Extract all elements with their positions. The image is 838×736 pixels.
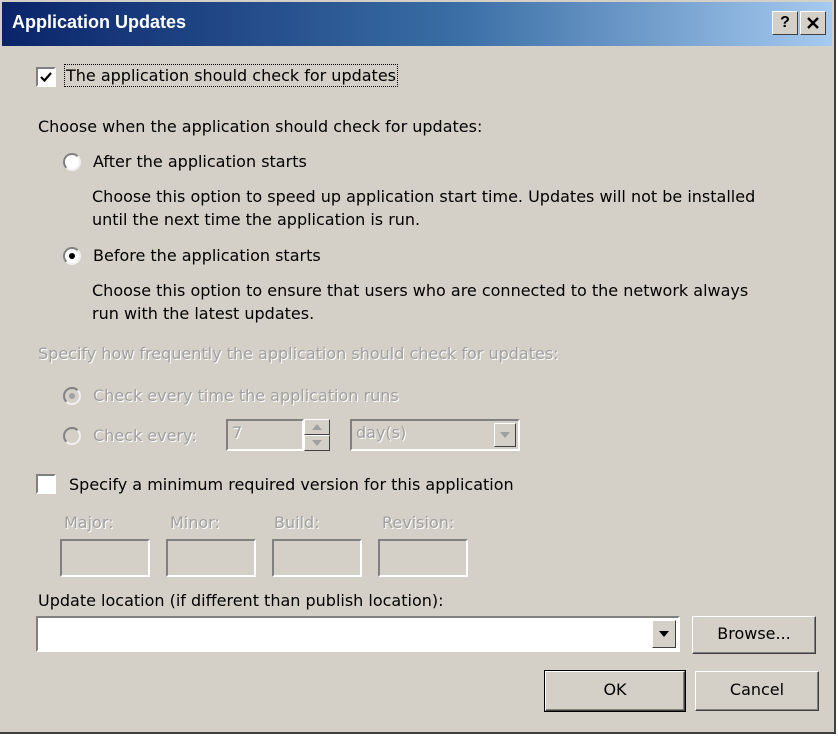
frequency-heading: Specify how frequently the application s… (38, 344, 559, 363)
update-location-combobox[interactable] (36, 616, 680, 652)
interval-unit-dropdown-button[interactable] (494, 423, 516, 447)
check-every-run-radio[interactable] (63, 387, 81, 405)
browse-button[interactable]: Browse... (692, 616, 816, 654)
after-start-radio[interactable] (63, 153, 81, 171)
update-location-dropdown-button[interactable] (652, 620, 676, 648)
when-heading: Choose when the application should check… (38, 117, 483, 136)
after-start-label[interactable]: After the application starts (93, 152, 307, 171)
application-updates-dialog: Application Updates ? The application sh… (0, 0, 836, 734)
close-button[interactable] (800, 11, 826, 35)
before-start-label[interactable]: Before the application starts (93, 246, 321, 265)
update-location-label: Update location (if different than publi… (38, 591, 444, 610)
min-version-checkbox[interactable] (36, 474, 56, 494)
revision-field[interactable] (378, 539, 468, 577)
checkmark-icon (40, 72, 52, 83)
interval-unit-select[interactable]: day(s) (350, 419, 520, 451)
spin-down-button[interactable] (304, 435, 330, 451)
check-updates-label[interactable]: The application should check for updates (63, 64, 399, 87)
arrow-down-icon (312, 440, 322, 446)
check-every-label[interactable]: Check every: (93, 426, 197, 445)
before-start-radio[interactable] (63, 247, 81, 265)
check-every-value-field[interactable]: 7 (226, 419, 304, 451)
chevron-down-icon (500, 432, 510, 438)
before-start-description-line1: Choose this option to ensure that users … (92, 281, 749, 300)
window-title: Application Updates (12, 12, 187, 32)
title-bar[interactable]: Application Updates ? (2, 2, 832, 46)
minor-label: Minor: (170, 513, 220, 532)
radio-selected-dot (69, 253, 75, 259)
after-start-description-line1: Choose this option to speed up applicati… (92, 187, 756, 206)
build-field[interactable] (272, 539, 362, 577)
ok-button[interactable]: OK (544, 670, 686, 712)
chevron-down-icon (659, 631, 669, 637)
build-label: Build: (274, 513, 320, 532)
close-icon (807, 17, 819, 29)
minor-field[interactable] (166, 539, 256, 577)
spin-up-button[interactable] (304, 419, 330, 435)
major-label: Major: (64, 513, 114, 532)
revision-label: Revision: (382, 513, 455, 532)
check-every-run-label[interactable]: Check every time the application runs (93, 386, 399, 405)
min-version-label[interactable]: Specify a minimum required version for t… (69, 475, 514, 494)
before-start-description-line2: run with the latest updates. (92, 304, 315, 323)
after-start-description-line2: until the next time the application is r… (92, 210, 421, 229)
arrow-up-icon (312, 424, 322, 430)
cancel-button[interactable]: Cancel (695, 671, 819, 711)
radio-selected-dot (69, 393, 75, 399)
check-updates-checkbox[interactable] (36, 67, 56, 87)
help-button[interactable]: ? (772, 11, 798, 35)
major-field[interactable] (60, 539, 150, 577)
check-every-radio[interactable] (63, 427, 81, 445)
interval-unit-value: day(s) (356, 423, 407, 442)
check-every-value: 7 (232, 423, 243, 442)
